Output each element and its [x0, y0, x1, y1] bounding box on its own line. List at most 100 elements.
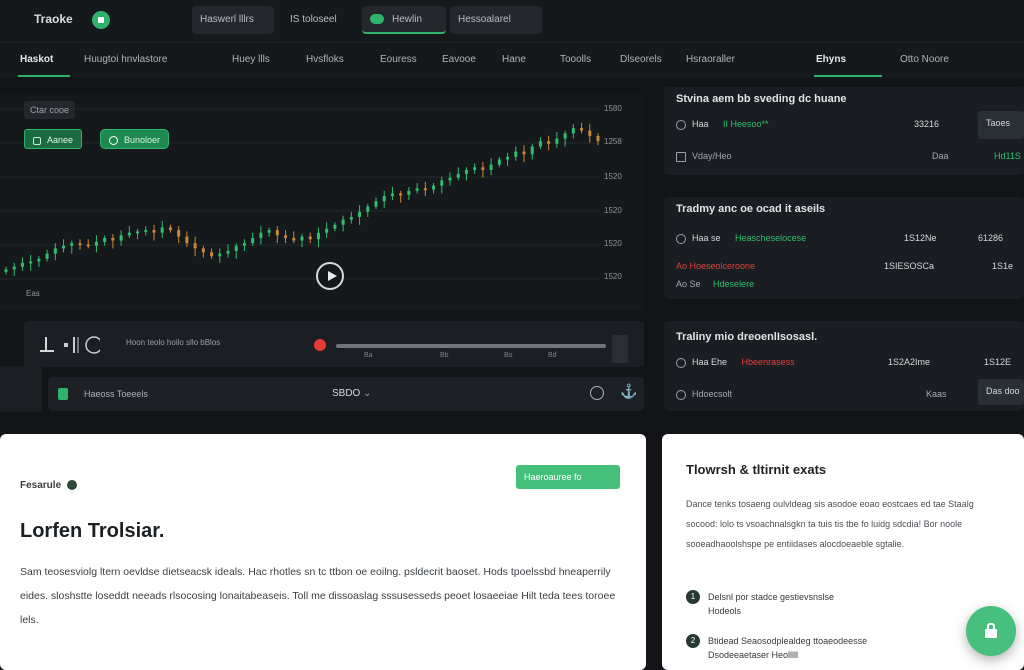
candle-body: [185, 236, 189, 244]
candle-body: [4, 269, 8, 272]
top-bar: Traoke Haswerl lllrs IS toloseel Hewlin …: [0, 0, 1024, 42]
candle-body: [555, 138, 559, 144]
record-button[interactable]: [314, 339, 326, 351]
card-row[interactable]: Ao Se Hdeselere: [676, 279, 754, 289]
candle-body: [168, 227, 172, 231]
candle-body: [316, 232, 320, 240]
right-card-2: Tradmy anc oe ocad it aseils Haa se Heas…: [664, 197, 1024, 299]
candle-body: [218, 253, 222, 257]
nav-item-8[interactable]: Tooolls: [560, 54, 591, 65]
volume-meter[interactable]: [612, 335, 628, 363]
lock-icon: [985, 623, 997, 638]
candle-body: [563, 133, 567, 139]
nav-item-4[interactable]: Hvsfloks: [306, 54, 344, 65]
top-tab-2[interactable]: IS toloseel: [282, 6, 354, 34]
card-row[interactable]: Haa se Heascheselocese: [676, 233, 806, 244]
candle-body: [29, 261, 33, 264]
nav-item-7[interactable]: Hane: [502, 54, 526, 65]
chart-chip-2[interactable]: Bunoloer: [100, 129, 170, 149]
chart-grid: [0, 108, 600, 280]
play-icon[interactable]: [316, 262, 344, 290]
candle-body: [275, 230, 279, 236]
top-tab-1[interactable]: Haswerl lllrs: [192, 6, 274, 34]
nav-item-6[interactable]: Eavooe: [442, 54, 476, 65]
tool-row: Haeoss Toeeels SBDO ⌄ ⚓: [48, 377, 644, 411]
card-button[interactable]: Taoes: [978, 111, 1024, 139]
candle-body: [86, 244, 90, 247]
right-card-1: Stvina aem bb sveding dc huane Haa II He…: [664, 87, 1024, 175]
nav-item-12[interactable]: Otto Noore: [900, 54, 949, 65]
card-value: Daa: [932, 151, 949, 161]
nav-item-5[interactable]: Eouress: [380, 54, 417, 65]
candle-body: [440, 180, 444, 186]
chart-candles: [4, 122, 600, 276]
tool-icon[interactable]: [58, 388, 68, 400]
candle-body: [111, 237, 115, 241]
card-value: 1S1e: [992, 261, 1014, 271]
card-row[interactable]: Hdoecsolt: [676, 389, 732, 400]
circle-icon: [676, 119, 686, 130]
candle-body: [53, 248, 57, 254]
card-value: 1S2A2Ime: [888, 357, 931, 367]
chart-chip-1[interactable]: Aanee: [24, 129, 83, 149]
candle-body: [70, 243, 74, 246]
app-logo[interactable]: Traoke: [34, 12, 73, 26]
candle-body: [152, 230, 156, 233]
candle-body: [62, 245, 66, 249]
candle-body: [530, 146, 534, 155]
candle-body: [588, 130, 592, 136]
chip-icon: [109, 136, 118, 146]
nav-item-10[interactable]: Hsraoraller: [686, 54, 735, 65]
candle-body: [119, 235, 123, 241]
tool-value-select[interactable]: SBDO ⌄: [332, 388, 372, 399]
candle-body: [160, 227, 164, 233]
feature-label: Fesarule: [20, 480, 78, 491]
card-title: Stvina aem bb sveding dc huane: [676, 93, 847, 105]
card-button[interactable]: Das doo: [978, 379, 1024, 405]
nav-item-11[interactable]: Ehyns: [816, 54, 846, 65]
circle-icon: [676, 357, 686, 368]
candle-body: [497, 159, 501, 165]
candle-body: [37, 258, 41, 262]
candle-body: [300, 236, 304, 241]
price-tick: 1580: [604, 104, 622, 113]
floating-action-button[interactable]: [966, 606, 1016, 656]
candle-body: [292, 237, 296, 241]
nav-item-9[interactable]: Dlseorels: [620, 54, 662, 65]
candle-body: [399, 193, 403, 196]
top-tab-3[interactable]: Hewlin: [362, 6, 446, 34]
feature-cta-button[interactable]: Haeroauree fo: [516, 465, 620, 489]
anchor-icon[interactable]: ⚓: [620, 383, 637, 400]
settings-icon[interactable]: [590, 386, 604, 400]
candle-body: [596, 135, 600, 142]
price-tick: 1520: [604, 239, 622, 248]
candle-body: [12, 266, 16, 270]
chart-corner-label: Eas: [26, 289, 40, 298]
circle-icon: [676, 233, 686, 244]
card-row[interactable]: Haa II Heesoo**: [676, 119, 769, 130]
card-row[interactable]: Haa Ehe Hbeenrasess: [676, 357, 795, 368]
card-value: 33216: [914, 119, 940, 129]
info-list-item[interactable]: 1 Delsnl por stadce gestievsnslse Hodeols: [686, 590, 834, 618]
info-card-paragraph: Dance tenks tosaeng oulvldeag sis asodoe…: [686, 499, 974, 549]
top-tab-4[interactable]: Hessoalarel: [450, 6, 542, 34]
card-row[interactable]: Vday/Heo: [676, 151, 732, 162]
card-title: Traliny mio dreoenlIsosasl.: [676, 331, 818, 343]
candle-body: [267, 230, 271, 233]
transport-icons: [40, 336, 100, 354]
candle-body: [522, 151, 526, 155]
nav-item-3[interactable]: Huey llls: [232, 54, 270, 65]
candle-body: [234, 245, 238, 251]
info-list-item[interactable]: 2 Btidead Seaosodplealdeg ttoaeodeesse Dso…: [686, 634, 867, 662]
candle-body: [580, 128, 584, 131]
card-row[interactable]: Ao Hoeseolceroone: [676, 261, 755, 271]
feature-card: Fesarule Haeroauree fo Lorfen Trolsiar. …: [0, 434, 646, 670]
timeline-tick: Ba: [364, 352, 373, 359]
price-tick: 1258: [604, 137, 622, 146]
candle-body: [374, 201, 378, 207]
timeline-track[interactable]: [336, 344, 606, 348]
info-icon: [67, 480, 78, 491]
info-card-title: Tlowrsh & tltirnit exats: [686, 462, 827, 477]
nav-item-2[interactable]: Huugtoi hnvlastore: [84, 54, 167, 65]
nav-item-1[interactable]: Haskot: [20, 54, 53, 65]
